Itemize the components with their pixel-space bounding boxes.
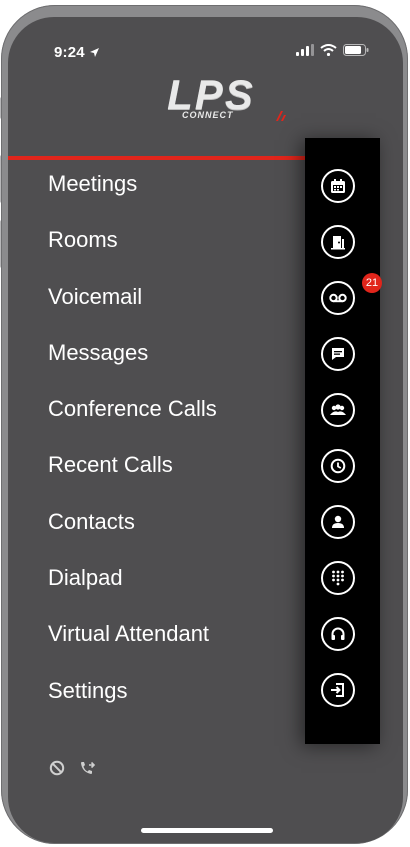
phone-frame: 9:24 LPS CONNECT Meetings Rooms Voicemai… (1, 5, 408, 844)
status-footer (49, 760, 97, 776)
icon-rail: 21 (305, 138, 382, 744)
clock-icon (330, 458, 346, 474)
rail-meetings-button[interactable] (321, 169, 355, 203)
conference-icon (330, 404, 346, 415)
rail-rooms-button[interactable] (321, 225, 355, 259)
accent-divider (8, 156, 306, 160)
rail-recent-calls-button[interactable] (321, 449, 355, 483)
door-icon (331, 236, 345, 250)
message-icon (332, 348, 344, 360)
headset-icon (331, 627, 345, 640)
menu-item-dialpad[interactable]: Dialpad (48, 563, 217, 619)
app-screen: 9:24 LPS CONNECT Meetings Rooms Voicemai… (8, 17, 403, 843)
wifi-icon (320, 44, 337, 56)
rail-contacts-button[interactable] (321, 505, 355, 539)
dialpad-icon (332, 570, 344, 586)
voicemail-icon (329, 293, 347, 303)
logout-icon (331, 683, 344, 697)
lps-connect-logo: LPS CONNECT (126, 71, 296, 127)
menu-item-rooms[interactable]: Rooms (48, 225, 217, 281)
menu-item-messages[interactable]: Messages (48, 338, 217, 394)
do-not-disturb-icon[interactable] (49, 760, 65, 776)
menu-item-settings[interactable]: Settings (48, 676, 217, 732)
contact-icon (332, 515, 344, 528)
battery-icon (343, 44, 369, 56)
rail-virtual-attendant-button[interactable] (321, 617, 355, 651)
menu-item-meetings[interactable]: Meetings (48, 169, 217, 225)
calendar-icon (331, 179, 345, 193)
rail-dialpad-button[interactable] (321, 561, 355, 595)
menu-item-voicemail[interactable]: Voicemail (48, 282, 217, 338)
menu-item-conference-calls[interactable]: Conference Calls (48, 394, 217, 450)
location-arrow-icon (89, 48, 99, 57)
rail-messages-button[interactable] (321, 337, 355, 371)
rail-conference-calls-button[interactable] (321, 393, 355, 427)
menu-item-contacts[interactable]: Contacts (48, 507, 217, 563)
main-menu: Meetings Rooms Voicemail Messages Confer… (48, 169, 217, 732)
menu-item-recent-calls[interactable]: Recent Calls (48, 450, 217, 506)
rail-voicemail-button[interactable]: 21 (321, 273, 382, 315)
menu-item-virtual-attendant[interactable]: Virtual Attendant (48, 619, 217, 675)
signal-icon (296, 44, 314, 56)
status-time: 9:24 (54, 44, 100, 61)
rail-logout-button[interactable] (321, 673, 355, 707)
home-indicator[interactable] (141, 828, 273, 833)
voicemail-badge: 21 (362, 273, 382, 293)
call-forward-icon[interactable] (79, 760, 97, 776)
status-icons (296, 44, 369, 56)
logo-mark-icon (276, 111, 286, 121)
